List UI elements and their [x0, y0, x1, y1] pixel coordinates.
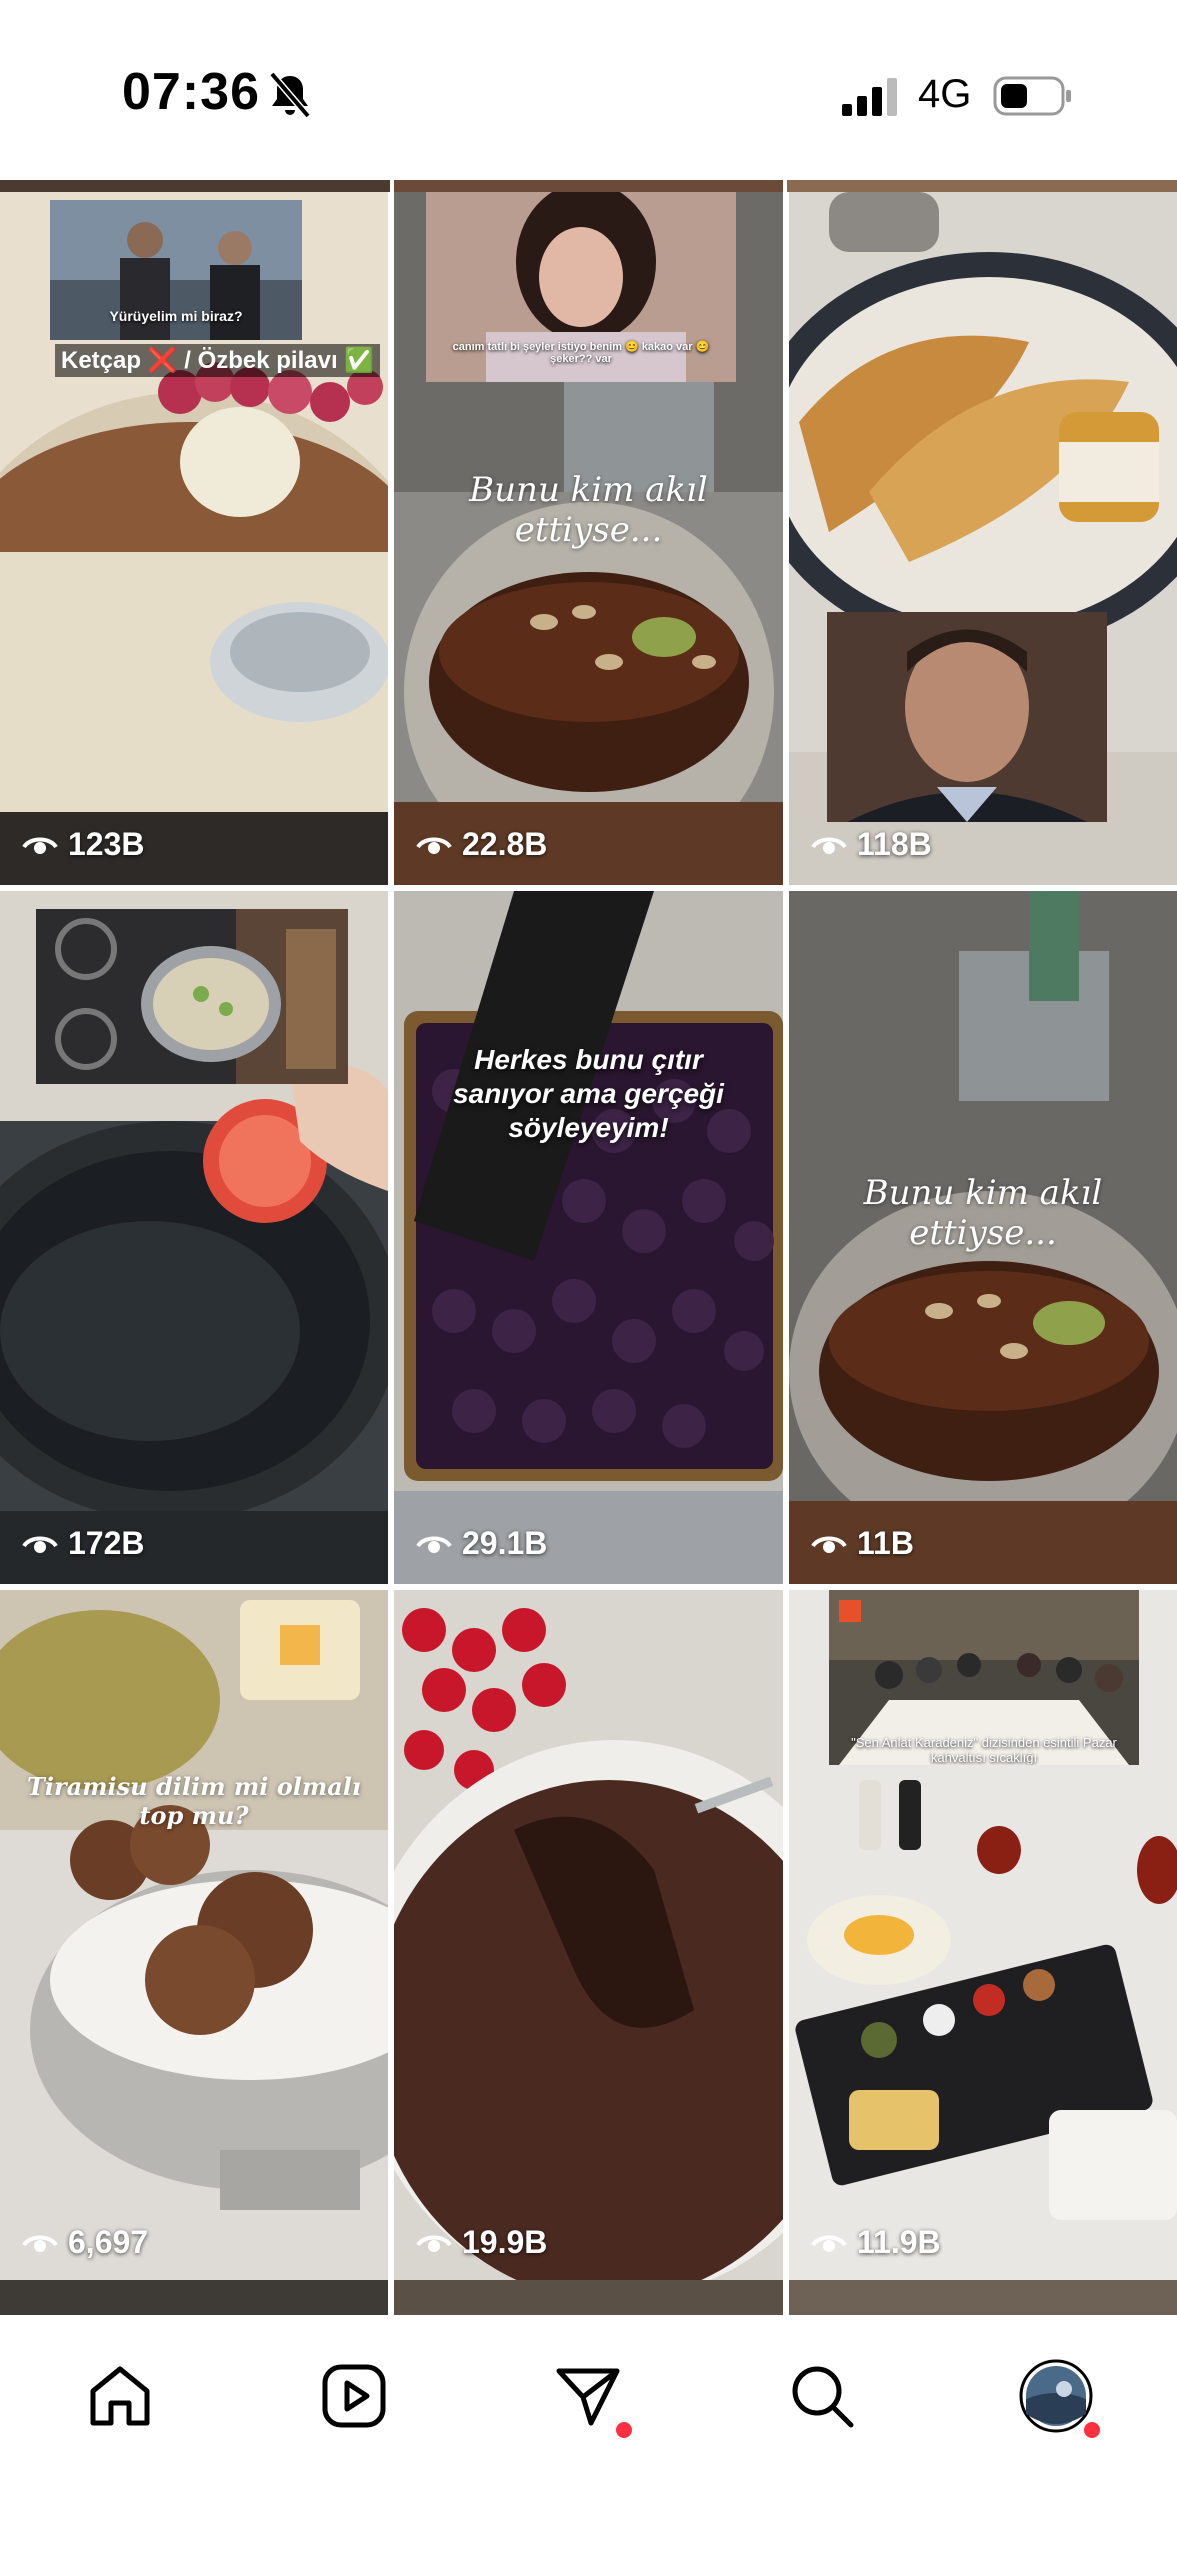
view-count: 123B [22, 826, 145, 863]
brownie-cake-image [394, 1590, 783, 2283]
view-count: 29.1B [416, 1525, 547, 1562]
next-row-peek [0, 2280, 388, 2315]
view-count: 6,697 [22, 2224, 148, 2261]
post-caption: Ketçap ❌ / Özbek pilavı ✅ [55, 344, 381, 377]
eye-icon [416, 1536, 452, 1553]
inset-video-frame [36, 909, 348, 1084]
previous-row-peek [0, 180, 1177, 192]
inset-video-frame: canım tatlı bi şeyler istiyo benim 😊 kak… [426, 192, 736, 382]
next-row-peek [394, 2280, 783, 2315]
view-count-label: 6,697 [68, 2224, 149, 2260]
view-count: 22.8B [416, 826, 547, 863]
eye-icon [22, 2235, 58, 2252]
eye-icon [416, 2235, 452, 2252]
tab-profile[interactable] [1011, 2351, 1103, 2441]
tab-home[interactable] [75, 2351, 165, 2441]
view-count: 11.9B [811, 2224, 941, 2261]
post-tile-9[interactable]: "Sen Anlat Karadeniz" dizisinden esintil… [789, 1590, 1177, 2283]
signal-bars-icon [842, 78, 897, 116]
notification-dot [613, 2419, 635, 2441]
search-icon [792, 2366, 854, 2428]
battery-icon [993, 76, 1071, 116]
view-count: 19.9B [416, 2224, 547, 2261]
cherry-dessert-image [394, 891, 783, 1584]
posts-grid[interactable]: Yürüyelim mi biraz? Ketçap ❌ / Özbek pil… [0, 180, 1177, 2315]
inset-video-frame [827, 612, 1107, 822]
view-count-label: 11.9B [857, 2224, 941, 2260]
view-count: 172B [22, 1525, 145, 1562]
eye-icon [811, 2235, 847, 2252]
reels-icon [322, 2364, 386, 2428]
view-count-label: 29.1B [462, 1525, 548, 1561]
post-tile-8[interactable]: 19.9B [394, 1590, 783, 2283]
view-count-label: 172B [68, 1525, 145, 1561]
stove-pot-image [36, 909, 348, 1084]
view-count-label: 22.8B [462, 826, 548, 862]
inset-caption: "Sen Anlat Karadeniz" dizisinden esintil… [851, 1735, 1117, 1765]
network-type: 4G [918, 72, 972, 116]
bell-slash-icon [269, 71, 311, 119]
post-caption: Herkes bunu çıtır sanıyor ama gerçeği sö… [453, 1044, 724, 1143]
view-count: 118B [811, 826, 932, 863]
tab-search[interactable] [777, 2351, 867, 2441]
man-portrait-image [827, 612, 1107, 822]
post-tile-4[interactable]: 172B [0, 891, 388, 1584]
inset-video-frame: Yürüyelim mi biraz? [50, 200, 302, 340]
eye-icon [416, 837, 452, 854]
view-count-label: 118B [857, 826, 932, 862]
inset-video-frame: "Sen Anlat Karadeniz" dizisinden esintil… [829, 1590, 1139, 1765]
notification-dot [1081, 2419, 1103, 2441]
post-tile-6[interactable]: Bunu kim akıl ettiyse... 11B [789, 891, 1177, 1584]
profile-avatar [1019, 2359, 1093, 2433]
bottom-tab-bar [0, 2315, 1177, 2560]
next-row-peek [789, 2280, 1177, 2315]
post-tile-1[interactable]: Yürüyelim mi biraz? Ketçap ❌ / Özbek pil… [0, 192, 388, 885]
status-bar: 07:36 4G [0, 0, 1177, 180]
post-tile-3[interactable]: 118B [789, 192, 1177, 885]
inset-caption: Yürüyelim mi biraz? [109, 308, 243, 324]
post-caption: Bunu kim akıl ettiyse... [469, 470, 708, 550]
post-caption: Tiramisu dilim mi olmalı top mu? [26, 1772, 362, 1830]
view-count-label: 11B [857, 1525, 914, 1561]
eye-icon [811, 837, 847, 854]
direct-messages-icon [556, 2368, 620, 2426]
tab-direct-messages[interactable] [543, 2351, 635, 2441]
inset-caption: canım tatlı bi şeyler istiyo benim 😊 kak… [452, 341, 710, 365]
tab-reels[interactable] [309, 2351, 399, 2441]
home-icon [90, 2366, 150, 2426]
tiramisu-image [0, 1590, 388, 2283]
post-caption: Bunu kim akıl ettiyse... [863, 1173, 1103, 1253]
eye-icon [811, 1536, 847, 1553]
status-time: 07:36 [122, 63, 260, 121]
post-tile-2[interactable]: canım tatlı bi şeyler istiyo benim 😊 kak… [394, 192, 783, 885]
eye-icon [22, 837, 58, 854]
view-count: 11B [811, 1525, 914, 1562]
view-count-label: 123B [68, 826, 145, 862]
post-tile-7[interactable]: Tiramisu dilim mi olmalı top mu? 6,697 [0, 1590, 388, 2283]
view-count-label: 19.9B [462, 2224, 548, 2260]
eye-icon [22, 1536, 58, 1553]
post-tile-5[interactable]: Herkes bunu çıtır sanıyor ama gerçeği sö… [394, 891, 783, 1584]
